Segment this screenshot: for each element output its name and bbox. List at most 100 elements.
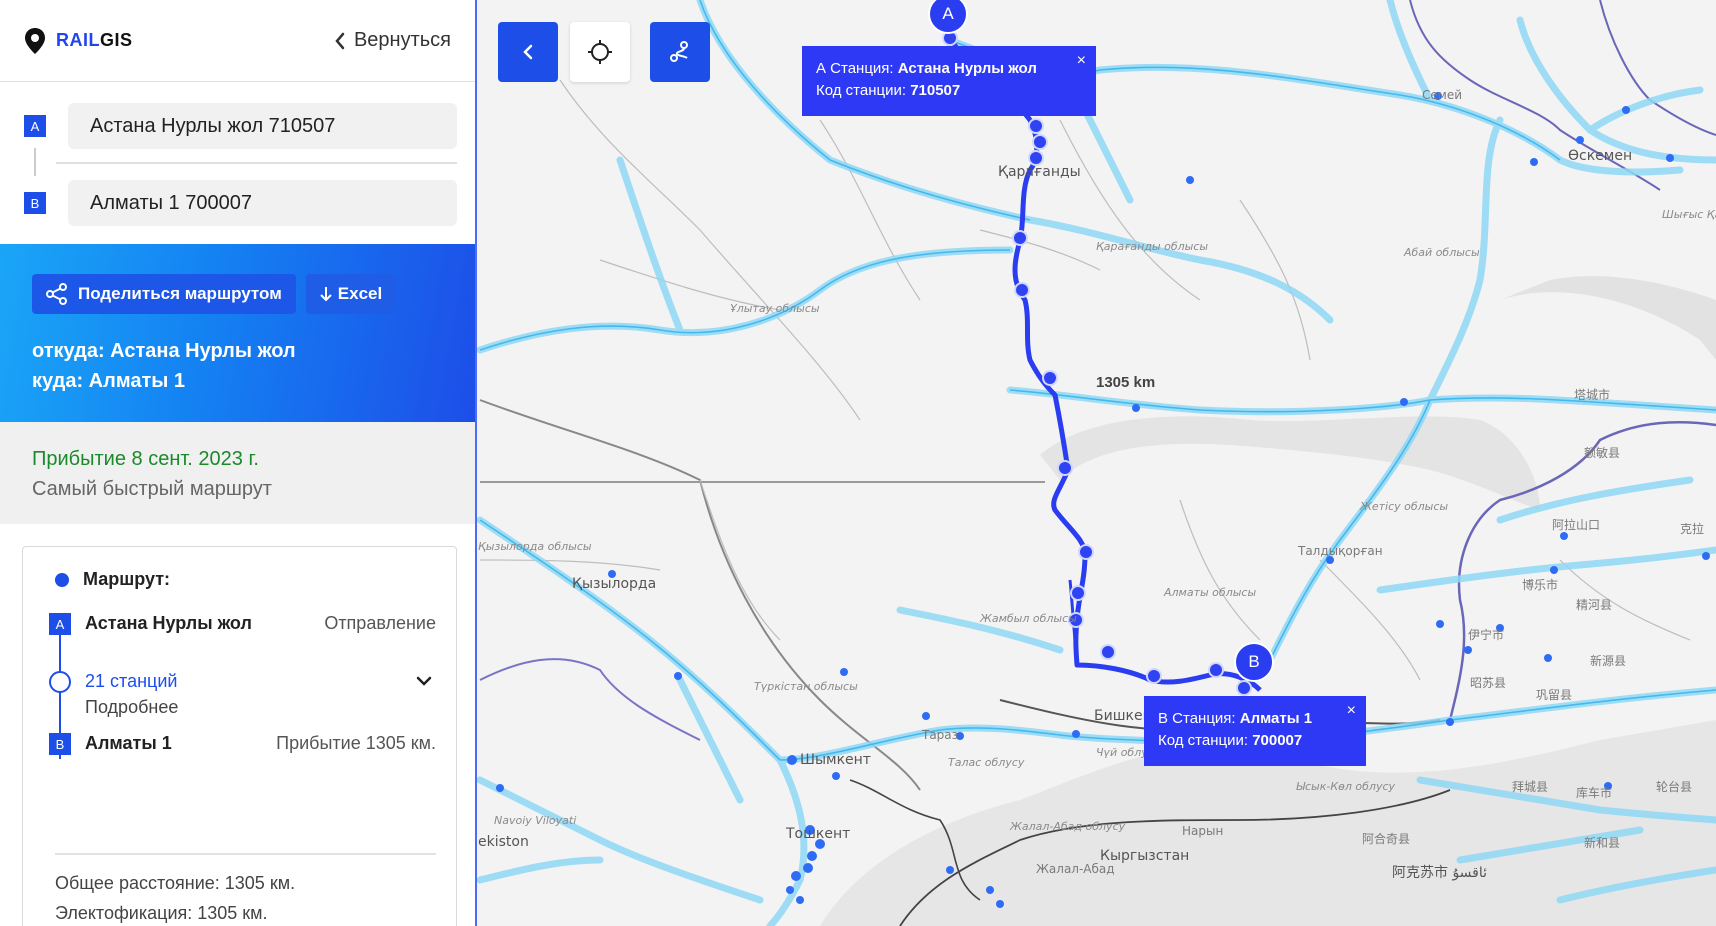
stops-count-link[interactable]: 21 станций <box>85 671 177 692</box>
popup-a-station: Астана Нурлы жол <box>897 60 1037 77</box>
card-divider <box>55 853 436 855</box>
map-label-shymkent: Шымкент <box>800 752 871 768</box>
station-a-field[interactable]: Астана Нурлы жол 710507 <box>68 103 457 149</box>
arrival-box: Прибытие 8 сент. 2023 г. Самый быстрый м… <box>0 422 475 524</box>
map-label-alashankou: 阿拉山口 <box>1552 518 1601 532</box>
map-label-emin: 额敏县 <box>1584 446 1621 460</box>
chevron-left-icon <box>523 44 533 60</box>
popup-b-prefix: B Станция: <box>1158 710 1236 727</box>
map-label-issyk: Ысык-Көл облусу <box>1296 780 1396 793</box>
map-label-zhaosu: 昭苏县 <box>1470 676 1507 690</box>
end-station-name: Алматы 1 <box>85 733 172 753</box>
station-b-field[interactable]: Алматы 1 700007 <box>68 180 457 226</box>
map-label-naryn: Нарын <box>1182 824 1224 838</box>
route-pin-b[interactable]: B <box>1234 642 1274 682</box>
crosshair-icon <box>588 40 612 64</box>
to-line: куда: Алматы 1 <box>32 370 186 392</box>
map-label-ulytau: Ұлытау облысы <box>730 302 820 315</box>
excel-label: Excel <box>337 284 383 303</box>
popup-b-code-prefix: Код станции: <box>1158 732 1249 749</box>
map-label-semey: Семей <box>1422 88 1462 102</box>
map-label-kyzylorda-obl: Қызылорда облысы <box>478 540 592 553</box>
popup-a-close-icon[interactable]: × <box>1077 50 1086 72</box>
map-label-karaganda: Қарағанды <box>998 164 1081 180</box>
route-title: Маршрут: <box>55 569 170 590</box>
map-label-kuitun: 克拉 <box>1680 522 1705 536</box>
route-button[interactable] <box>650 22 710 82</box>
station-a-badge: A <box>24 115 46 137</box>
route-type: Самый быстрый маршрут <box>32 478 272 500</box>
map-label-taraz: Тараз <box>922 728 959 742</box>
popup-b-code: 700007 <box>1252 732 1303 749</box>
route-dot-icon <box>55 572 69 587</box>
map-label-zhetisu: Жетісу облысы <box>1360 500 1449 513</box>
logo-gis: GIS <box>100 30 133 50</box>
map-label-uzbek: ekiston <box>478 834 529 850</box>
station-divider <box>56 162 457 164</box>
share-label: Поделиться маршрутом <box>78 284 282 303</box>
map-label-turkistan: Түркістан облысы <box>754 680 858 693</box>
map-label-taldykorgan: Талдықорған <box>1298 544 1383 558</box>
map-pin-icon <box>25 27 45 54</box>
station-connector <box>34 148 36 176</box>
station-popup-b: B Станция: Алматы 1 Код станции: 700007 … <box>1144 696 1366 766</box>
share-icon <box>46 283 67 305</box>
end-status: Прибытие 1305 км. <box>276 733 436 753</box>
map-label-baicheng: 拜城县 <box>1512 780 1549 794</box>
map-label-jalal: Жалал-Абад <box>1036 862 1115 876</box>
railgis-logo[interactable]: RAILGIS <box>24 27 133 55</box>
map-label-tacheng: 塔城市 <box>1574 388 1611 402</box>
back-button[interactable]: Вернуться <box>334 29 451 52</box>
station-inputs: A Астана Нурлы жол 710507 B Алматы 1 700… <box>0 82 475 244</box>
map-label-oskemen: Өскемен <box>1568 148 1633 164</box>
from-line: откуда: Астана Нурлы жол <box>32 340 296 362</box>
share-route-button[interactable]: Поделиться маршрутом <box>32 274 296 314</box>
map-label-xinhe: 新和县 <box>1584 836 1621 850</box>
popup-b-close-icon[interactable]: × <box>1347 700 1356 722</box>
total-distance: Общее расстояние: 1305 км. <box>55 873 296 893</box>
map-label-kyzylorda: Қызылорда <box>572 576 657 592</box>
station-b-badge: B <box>24 192 46 214</box>
chevron-left-icon <box>335 32 345 49</box>
end-badge: B <box>49 733 71 755</box>
route-side-panel: RAILGIS Вернуться A Астана Нурлы жол 710… <box>0 0 477 926</box>
map-label-akesu: 阿克苏市 ئاقسۇ <box>1392 865 1488 881</box>
map-label-chuy: Чүй облу <box>1096 746 1148 759</box>
popup-b-station: Алматы 1 <box>1239 710 1313 727</box>
locate-button[interactable] <box>570 22 630 82</box>
route-summary-box: Поделиться маршрутом Excel откуда: Астан… <box>0 244 475 422</box>
stops-circle-icon <box>49 671 71 693</box>
map-label-yining: 伊宁市 <box>1468 628 1505 642</box>
map-label-bishkek: Бишкек <box>1094 708 1152 724</box>
route-card: Маршрут: A Астана Нурлы жол Отправление … <box>22 546 457 926</box>
map-label-abai: Абай облысы <box>1404 246 1480 259</box>
map-label-jalal-obl: Жалал-Абад облусу <box>1010 820 1126 833</box>
map-label-jinghe: 精河县 <box>1576 598 1613 612</box>
map-label-bole: 博乐市 <box>1522 578 1559 592</box>
logo-text: RAILGIS <box>56 30 133 51</box>
route-title-text: Маршрут: <box>83 569 171 589</box>
panel-header: RAILGIS Вернуться <box>0 0 475 82</box>
excel-export-button[interactable]: Excel <box>305 274 397 314</box>
map-label-luntai: 轮台县 <box>1656 780 1693 794</box>
map-label-gongliu: 巩留县 <box>1536 688 1573 702</box>
logo-rail: RAIL <box>56 30 100 50</box>
start-status: Отправление <box>324 613 436 633</box>
arrow-down-icon <box>320 287 332 302</box>
details-label: Подробнее <box>85 697 179 717</box>
map-label-zhambyl: Жамбыл облысы <box>980 612 1077 625</box>
start-station-name: Астана Нурлы жол <box>85 613 252 633</box>
start-badge: A <box>49 613 71 635</box>
arrival-date: Прибытие 8 сент. 2023 г. <box>32 448 259 470</box>
collapse-panel-button[interactable] <box>498 22 558 82</box>
map-label-awati: 阿合奇县 <box>1362 832 1411 846</box>
station-popup-a: А Станция: Астана Нурлы жол Код станции:… <box>802 46 1096 116</box>
map-label-karaganda-obl: Қарағанды облысы <box>1096 240 1209 253</box>
map-label-shygys: Шығыс Қазақстан <box>1662 208 1716 221</box>
map-label-navoi: Navoiy Viloyati <box>494 814 577 827</box>
route-distance-label: 1305 km <box>1096 374 1156 391</box>
expand-stops-button[interactable] <box>416 671 432 692</box>
popup-a-code-prefix: Код станции: <box>816 82 907 99</box>
map-label-talas: Талас облусу <box>948 756 1025 769</box>
map-label-tashkent: Тошкент <box>786 826 851 842</box>
